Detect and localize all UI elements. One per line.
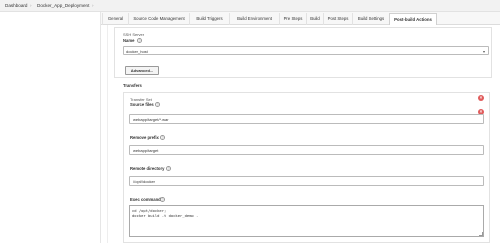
remove-prefix-label: Remove prefix [130,135,159,140]
tab-source-code-management[interactable]: Source Code Management [128,13,189,25]
column-divider [100,12,101,243]
chevron-down-icon: ▾ [482,48,485,54]
chevron-right-icon: › [30,3,32,8]
question-mark-icon[interactable]: ? [155,102,160,107]
question-mark-icon[interactable]: ? [166,166,171,171]
remote-directory-value: //opt//docker [133,179,156,184]
config-tab-bar: General Source Code Management Build Tri… [101,12,500,26]
source-files-label: Source files [130,102,154,107]
breadcrumb-bar: Dashboard › Docker_App_Deployment › [0,0,500,12]
tab-build-settings[interactable]: Build Settings [352,13,389,25]
ssh-server-label: SSH Server [123,32,145,37]
ssh-server-value: docker_host [126,48,148,54]
tab-build-environment[interactable]: Build Environment [229,13,279,25]
remove-prefix-value: webapp/target [133,148,159,153]
question-mark-icon[interactable]: ? [137,38,142,43]
exec-command-textarea[interactable]: cd /opt/docker; docker build -t docker_d… [129,205,484,237]
ssh-server-select[interactable]: docker_host ▾ [123,46,489,55]
remote-directory-input[interactable]: //opt//docker [129,176,484,186]
tab-build-triggers[interactable]: Build Triggers [189,13,229,25]
question-mark-icon[interactable]: ? [160,197,165,202]
name-label: Name [123,38,135,43]
exec-command-line: docker build -t docker_demo . [132,213,199,218]
tab-post-steps[interactable]: Post Steps [323,13,352,25]
close-icon[interactable]: × [478,95,484,101]
source-files-value: webapp/target/*.war [133,117,169,122]
tab-pre-steps[interactable]: Pre Steps [279,13,306,25]
remove-prefix-input[interactable]: webapp/target [129,145,484,155]
tab-general[interactable]: General [102,13,128,25]
advanced-button[interactable]: Advanced... [125,66,159,75]
breadcrumb-job[interactable]: Docker_App_Deployment [37,3,89,8]
resize-handle[interactable] [479,232,483,236]
question-mark-icon[interactable]: ? [160,135,165,140]
tab-build[interactable]: Build [306,13,323,25]
breadcrumb-dashboard[interactable]: Dashboard [5,3,27,8]
transfers-label: Transfers [123,83,142,88]
remote-directory-label: Remote directory [130,166,165,171]
left-column [0,12,100,243]
exec-command-label: Exec command [130,197,161,202]
chevron-right-icon: › [92,3,94,8]
source-files-input[interactable]: webapp/target/*.war [129,114,484,124]
